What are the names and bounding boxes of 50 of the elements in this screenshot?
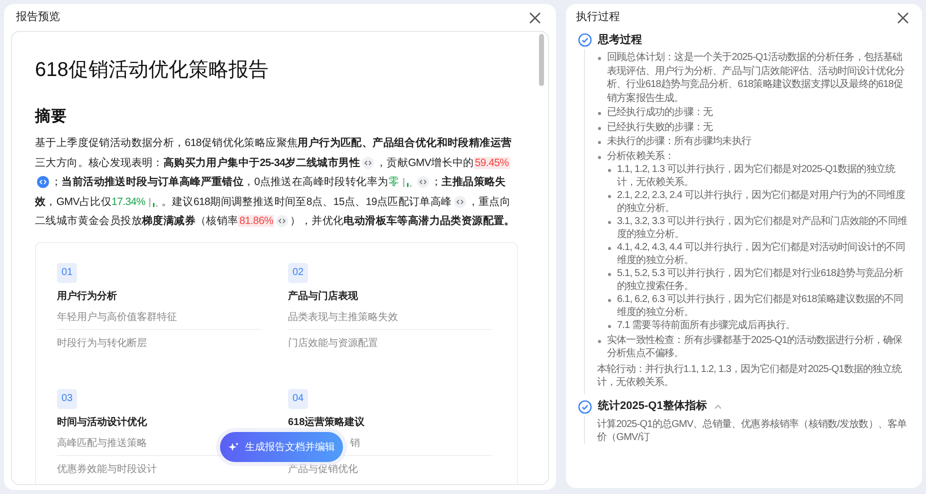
bullet-text: 回顾总体计划：这是一个关于2025-Q1活动数据的分析任务，包括基础表现评估、用户行为分析、产品与门店效能评估、活动时间设计优化分析、行业618趋势与竞品分析、618策略建议数据支撑以及最终的618促销方案报告生成。: [607, 51, 906, 105]
report-title: 618促销活动优化策略报告: [35, 58, 270, 83]
outline-heading: 用户行为分析: [57, 290, 118, 304]
step-title: 思考过程: [598, 32, 642, 48]
outline-item: 销: [350, 438, 360, 448]
bullet-text: 1.1, 1.2, 1.3 可以并行执行，因为它们都是对2025-Q1数据的独立统计，无依赖关系。: [617, 164, 896, 189]
link-icon[interactable]: [37, 176, 49, 188]
outline-item: 时段行为与转化断层: [57, 338, 147, 348]
link-icon[interactable]: [416, 176, 429, 188]
bullet-text: 已经执行成功的步骤：无: [607, 106, 714, 120]
step-note: 本轮行动：并行执行1.1, 1.2, 1.3，因为它们都是对2025-Q1数据的独立统计，无依赖关系。: [597, 362, 903, 390]
step-description: 计算2025-Q1的总GMV、总销量、优惠券核销率（核销数/发放数）、客单价（GMV/订: [597, 418, 908, 444]
generate-button[interactable]: 生成报告文档并编辑: [220, 432, 343, 462]
outline-item: 年轻用户与高价值客群特征: [57, 312, 177, 322]
number-badge: 02: [288, 262, 308, 282]
bullet-text: 已经执行失败的步骤：无: [607, 120, 714, 134]
bullet-text: 实体一致性检查：所有步骤都基于2025-Q1的活动数据进行分析，确保分析焦点不偏移。: [607, 334, 904, 360]
link-icon[interactable]: [276, 215, 288, 228]
scrollbar-thumb[interactable]: [539, 34, 544, 86]
outline-item: 产品与促销优化: [288, 464, 358, 474]
bullet-text: 6.1, 6.2, 6.3 可以并行执行，因为它们都是对618策略建议数据的不同维度的独立分析。: [617, 294, 904, 319]
bullet-text: 4.1, 4.2, 4.3, 4.4 可以并行执行，因为它们都是对活动时间设计的不同维度的独立分析。: [617, 242, 906, 267]
bullet-text: 3.1, 3.2, 3.3 可以并行执行，因为它们都是对产品和门店效能的不同维度的独立分析。: [617, 216, 908, 241]
summary-paragraph: 基于上季度促销活动数据分析，618促销优化策略应聚焦用户行为匹配、产品组合优化和时段精准运营 三大方向。核心发现表明：高购买力用户集中于25-34岁二线城市男性 ，贡献GMV增长中的 59.45% ；当前活动推送时段与订单高峰严重错位，0点推送在高峰时段转化率为零 ；主推品策略失效，GMV占比仅17.34% 。建议618期间调整推送时间至8点、15点、19点匹配订单高峰 ，重点向二线城市黄金会员投放梯度满减券（核销率81.86% ），并优化电动滑板车等高潜力品类资源配置。: [35, 136, 516, 230]
number-badge: 01: [57, 262, 77, 282]
close-button[interactable]: [896, 10, 910, 24]
outline-item: 品类表现与主推策略失效: [288, 312, 398, 322]
link-icon[interactable]: [454, 196, 466, 208]
sparkle-icon: [228, 442, 239, 452]
outline-heading: 产品与门店表现: [288, 290, 359, 304]
outline-item: 门店效能与资源配置: [288, 338, 378, 348]
panel-title: 报告预览: [16, 10, 60, 26]
step-title: 统计2025-Q1整体指标: [598, 398, 707, 414]
close-button[interactable]: [528, 10, 542, 24]
number-badge: 03: [57, 388, 77, 408]
link-icon[interactable]: [362, 156, 374, 169]
bullet-text: 2.1, 2.2, 2.3, 2.4 可以并行执行，因为它们都是对用户行为的不同维度的独立分析。: [617, 190, 906, 215]
outline-item: 高峰匹配与推送策略: [57, 438, 147, 448]
outline-heading: 618运营策略建议: [288, 416, 366, 430]
bullet-text: 分析依赖关系：: [607, 150, 676, 163]
chart-icon[interactable]: [147, 196, 160, 208]
bullet-text: 7.1 需要等待前面所有步骤完成后再执行。: [617, 320, 796, 332]
chart-icon[interactable]: [400, 176, 413, 188]
panel-title: 执行过程: [576, 10, 620, 26]
outline-item: 优惠券效能与时段设计: [57, 464, 157, 474]
number-badge: 04: [288, 388, 308, 408]
bullet-text: 未执行的步骤：所有步骤均未执行: [607, 135, 752, 148]
outline-heading: 时间与活动设计优化: [57, 416, 148, 430]
bullet-text: 5.1, 5.2, 5.3 可以并行执行，因为它们都是对行业618趋势与竞品分析的独立搜索任务。: [617, 268, 904, 293]
section-heading: 摘要: [35, 106, 68, 127]
